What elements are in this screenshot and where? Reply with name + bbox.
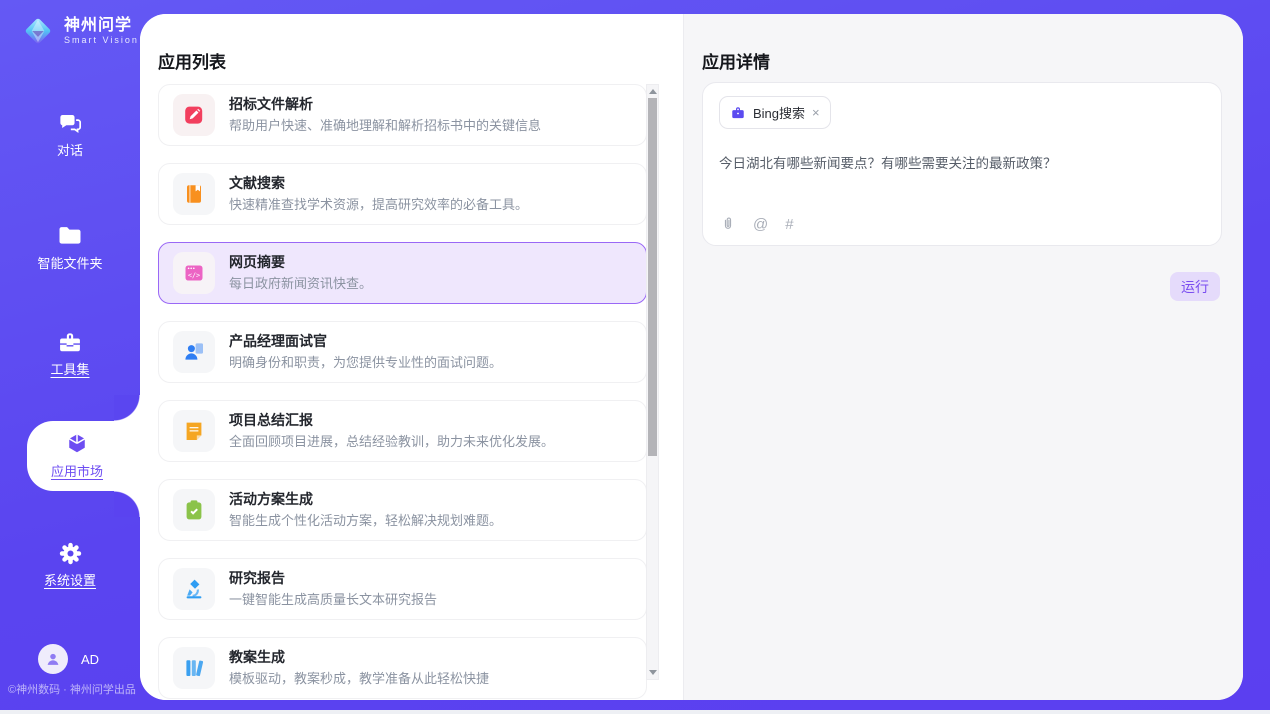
- cube-icon: [63, 430, 91, 458]
- chip-close-icon[interactable]: ×: [812, 106, 820, 119]
- app-card-event-plan[interactable]: 活动方案生成 智能生成个性化活动方案，轻松解决规划难题。: [158, 479, 647, 541]
- app-card-title: 文献搜索: [229, 175, 528, 192]
- app-card-title: 网页摘要: [229, 254, 372, 271]
- mention-at-icon[interactable]: @: [753, 217, 768, 232]
- app-card-description: 智能生成个性化活动方案，轻松解决规划难题。: [229, 513, 502, 529]
- sidebar-item-label: 应用市场: [51, 465, 103, 478]
- app-list: 招标文件解析 帮助用户快速、准确地理解和解析招标书中的关键信息 文献搜索: [158, 84, 647, 700]
- query-input[interactable]: 今日湖北有哪些新闻要点？有哪些需要关注的最新政策？: [719, 154, 1205, 174]
- sidebar-item-label: 系统设置: [44, 574, 96, 587]
- folder-icon: [56, 222, 84, 250]
- main-content: 应用列表 招标文件解析 帮助用户快速、准确地理解和解析招标书中的关键信息: [140, 14, 1243, 700]
- attachment-toolbar: @ #: [720, 216, 794, 232]
- interviewer-icon: [173, 331, 215, 373]
- clipboard-check-icon: [173, 489, 215, 531]
- tool-chip-label: Bing搜索: [753, 103, 805, 122]
- svg-text:</>: </>: [188, 271, 200, 279]
- edit-square-icon: [173, 94, 215, 136]
- brand-subtitle: Smart Vision: [64, 35, 139, 45]
- avatar: [38, 644, 68, 674]
- sidebar-active-tab: 应用市场: [27, 421, 140, 491]
- sidebar-item-app-market[interactable]: 应用市场: [27, 430, 127, 478]
- app-card-literature-search[interactable]: 文献搜索 快速精准查找学术资源，提高研究效率的必备工具。: [158, 163, 647, 225]
- sidebar-item-label: 对话: [57, 144, 83, 157]
- scroll-up-arrow-icon[interactable]: [647, 85, 658, 98]
- app-card-description: 帮助用户快速、准确地理解和解析招标书中的关键信息: [229, 118, 541, 134]
- tool-chip-bing-search[interactable]: Bing搜索 ×: [719, 96, 831, 129]
- run-button[interactable]: 运行: [1170, 272, 1220, 301]
- briefcase-icon: [730, 105, 746, 121]
- sidebar-item-smart-folder[interactable]: 智能文件夹: [0, 222, 140, 270]
- brand-logo: 神州问学 Smart Vision: [20, 13, 139, 49]
- note-icon: [173, 410, 215, 452]
- app-card-lesson-plan[interactable]: 教案生成 模板驱动，教案秒成，教学准备从此轻松快捷: [158, 637, 647, 699]
- app-card-title: 研究报告: [229, 570, 437, 587]
- chat-icon: [57, 110, 84, 137]
- app-list-title: 应用列表: [158, 48, 226, 73]
- app-detail-title: 应用详情: [702, 48, 770, 73]
- hashtag-icon[interactable]: #: [785, 217, 793, 232]
- app-list-panel: 应用列表 招标文件解析 帮助用户快速、准确地理解和解析招标书中的关键信息: [140, 14, 683, 700]
- app-card-description: 模板驱动，教案秒成，教学准备从此轻松快捷: [229, 671, 489, 687]
- scroll-down-arrow-icon[interactable]: [647, 666, 658, 679]
- sidebar-item-label: 智能文件夹: [37, 257, 102, 270]
- app-card-title: 产品经理面试官: [229, 333, 502, 350]
- app-card-pm-interviewer[interactable]: 产品经理面试官 明确身份和职责，为您提供专业性的面试问题。: [158, 321, 647, 383]
- books-icon: [173, 647, 215, 689]
- copyright-text: ©神州数码 · 神州问学出品: [8, 681, 158, 697]
- app-frame: 神州问学 Smart Vision 对话 智能文件夹: [0, 0, 1270, 710]
- app-card-title: 教案生成: [229, 649, 489, 666]
- app-card-description: 快速精准查找学术资源，提高研究效率的必备工具。: [229, 197, 528, 213]
- user-initials: AD: [81, 652, 99, 667]
- tab-curve-top: [114, 395, 140, 421]
- paperclip-icon[interactable]: [720, 216, 736, 232]
- prompt-card: Bing搜索 × 今日湖北有哪些新闻要点？有哪些需要关注的最新政策？ @ #: [702, 82, 1222, 246]
- app-card-title: 活动方案生成: [229, 491, 502, 508]
- app-card-title: 项目总结汇报: [229, 412, 554, 429]
- microscope-icon: [173, 568, 215, 610]
- app-card-project-summary[interactable]: 项目总结汇报 全面回顾项目进展，总结经验教训，助力未来优化发展。: [158, 400, 647, 462]
- app-card-web-summary[interactable]: </> 网页摘要 每日政府新闻资讯快查。: [158, 242, 647, 304]
- list-scrollbar[interactable]: [646, 84, 659, 680]
- scrollbar-thumb[interactable]: [648, 98, 657, 456]
- gear-icon: [57, 540, 84, 567]
- sidebar-item-settings[interactable]: 系统设置: [0, 540, 140, 587]
- user-account[interactable]: AD: [38, 644, 99, 674]
- app-card-description: 每日政府新闻资讯快查。: [229, 276, 372, 292]
- sidebar-item-label: 工具集: [50, 363, 89, 376]
- brand-diamond-icon: [20, 13, 56, 49]
- book-icon: [173, 173, 215, 215]
- app-card-bid-document-parse[interactable]: 招标文件解析 帮助用户快速、准确地理解和解析招标书中的关键信息: [158, 84, 647, 146]
- sidebar-item-chat[interactable]: 对话: [0, 110, 140, 157]
- app-card-description: 明确身份和职责，为您提供专业性的面试问题。: [229, 355, 502, 371]
- sidebar-item-toolset[interactable]: 工具集: [0, 328, 140, 376]
- brand-name: 神州问学: [64, 17, 139, 35]
- app-detail-panel: 应用详情 Bing搜索 × 今日湖北有哪些新闻要点？有哪些需要关注的最新政策？: [683, 14, 1243, 700]
- browser-code-icon: </>: [173, 252, 215, 294]
- app-card-title: 招标文件解析: [229, 96, 541, 113]
- app-card-research-report[interactable]: 研究报告 一键智能生成高质量长文本研究报告: [158, 558, 647, 620]
- app-card-description: 一键智能生成高质量长文本研究报告: [229, 592, 437, 608]
- toolbox-icon: [56, 328, 84, 356]
- tab-curve-bottom: [114, 491, 140, 517]
- app-card-description: 全面回顾项目进展，总结经验教训，助力未来优化发展。: [229, 434, 554, 450]
